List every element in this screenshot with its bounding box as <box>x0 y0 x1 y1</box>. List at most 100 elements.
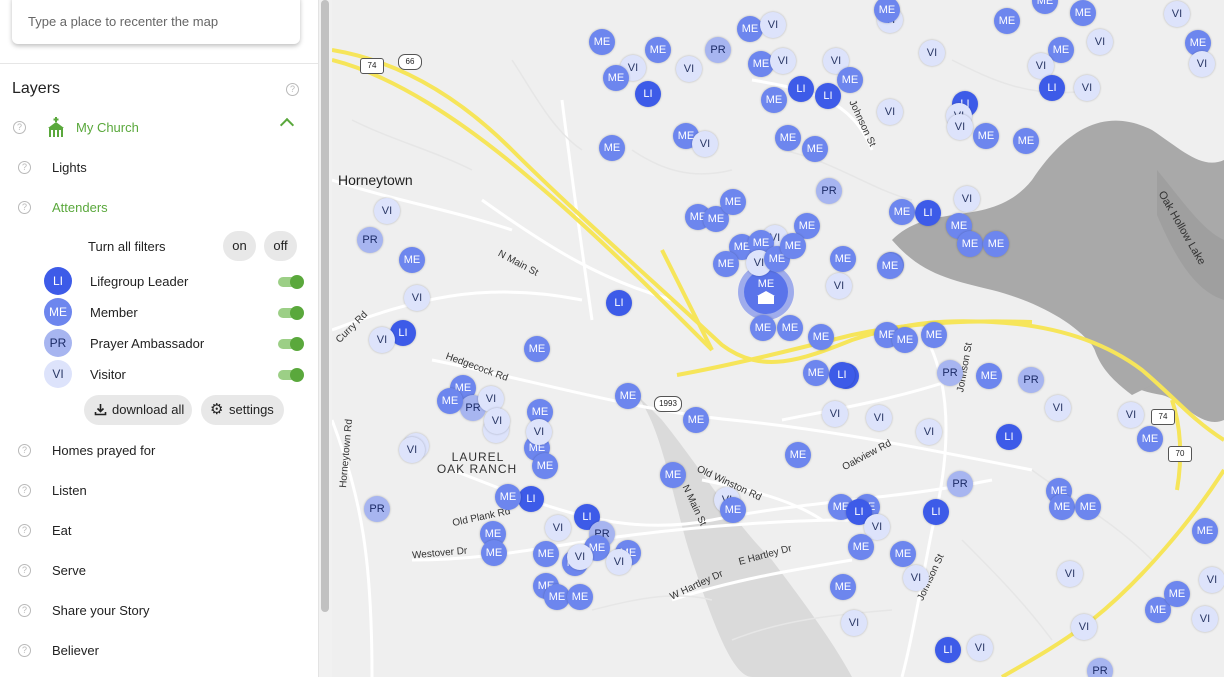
marker-visitor[interactable]: VI <box>545 515 571 541</box>
marker-member[interactable]: ME <box>737 16 763 42</box>
marker-visitor[interactable]: VI <box>866 405 892 431</box>
layer-serve[interactable]: Serve <box>52 563 86 578</box>
marker-member[interactable]: ME <box>720 497 746 523</box>
marker-member[interactable]: ME <box>973 123 999 149</box>
help-icon[interactable]: ? <box>13 121 26 134</box>
layer-lights[interactable]: Lights <box>52 160 87 175</box>
marker-member[interactable]: ME <box>615 383 641 409</box>
marker-visitor[interactable]: VI <box>916 419 942 445</box>
map-search-box[interactable] <box>12 0 300 44</box>
marker-lifegroup-leader[interactable]: LI <box>996 424 1022 450</box>
marker-visitor[interactable]: VI <box>877 99 903 125</box>
marker-member[interactable]: ME <box>976 363 1002 389</box>
map-canvas[interactable]: Horneytown LAUREL OAK RANCH N Main St He… <box>332 0 1224 677</box>
marker-lifegroup-leader[interactable]: LI <box>635 81 661 107</box>
marker-visitor[interactable]: VI <box>1118 402 1144 428</box>
marker-member[interactable]: ME <box>1192 518 1218 544</box>
layer-eat[interactable]: Eat <box>52 523 72 538</box>
marker-prayer-ambassador[interactable]: PR <box>364 496 390 522</box>
marker-member[interactable]: ME <box>1137 426 1163 452</box>
marker-member[interactable]: ME <box>775 125 801 151</box>
marker-visitor[interactable]: VI <box>1192 606 1218 632</box>
marker-member[interactable]: ME <box>777 315 803 341</box>
marker-lifegroup-leader[interactable]: LI <box>915 200 941 226</box>
marker-visitor[interactable]: VI <box>1087 29 1113 55</box>
marker-member[interactable]: ME <box>532 453 558 479</box>
marker-member[interactable]: ME <box>683 407 709 433</box>
filters-off-button[interactable]: off <box>264 231 297 261</box>
marker-member[interactable]: ME <box>713 251 739 277</box>
marker-prayer-ambassador[interactable]: PR <box>816 178 842 204</box>
marker-prayer-ambassador[interactable]: PR <box>937 360 963 386</box>
help-icon[interactable]: ? <box>18 161 31 174</box>
marker-visitor[interactable]: VI <box>369 327 395 353</box>
marker-member[interactable]: ME <box>957 231 983 257</box>
marker-member[interactable]: ME <box>1164 581 1190 607</box>
marker-visitor[interactable]: VI <box>1074 75 1100 101</box>
marker-member[interactable]: ME <box>567 584 593 610</box>
marker-member[interactable]: ME <box>889 199 915 225</box>
marker-visitor[interactable]: VI <box>374 198 400 224</box>
layer-believer[interactable]: Believer <box>52 643 99 658</box>
marker-lifegroup-leader[interactable]: LI <box>1039 75 1065 101</box>
marker-visitor[interactable]: VI <box>676 56 702 82</box>
marker-visitor[interactable]: VI <box>954 186 980 212</box>
help-icon[interactable]: ? <box>18 644 31 657</box>
help-icon[interactable]: ? <box>286 83 299 96</box>
marker-member[interactable]: ME <box>994 8 1020 34</box>
marker-lifegroup-leader[interactable]: LI <box>829 362 855 388</box>
marker-member[interactable]: ME <box>1075 494 1101 520</box>
toggle-member[interactable] <box>278 306 304 320</box>
marker-member[interactable]: ME <box>921 322 947 348</box>
marker-member[interactable]: ME <box>481 540 507 566</box>
marker-lifegroup-leader[interactable]: LI <box>606 290 632 316</box>
marker-visitor[interactable]: VI <box>484 408 510 434</box>
marker-member[interactable]: ME <box>399 247 425 273</box>
marker-member[interactable]: ME <box>1013 128 1039 154</box>
marker-member[interactable]: ME <box>524 336 550 362</box>
help-icon[interactable]: ? <box>18 484 31 497</box>
marker-visitor[interactable]: VI <box>692 131 718 157</box>
marker-member[interactable]: ME <box>848 534 874 560</box>
marker-visitor[interactable]: VI <box>770 48 796 74</box>
marker-member[interactable]: ME <box>1070 0 1096 26</box>
panel-scrollbar-thumb[interactable] <box>321 0 329 612</box>
marker-member[interactable]: ME <box>830 246 856 272</box>
marker-visitor[interactable]: VI <box>1164 1 1190 27</box>
marker-visitor[interactable]: VI <box>1071 614 1097 640</box>
marker-visitor[interactable]: VI <box>526 419 552 445</box>
marker-lifegroup-leader[interactable]: LI <box>518 486 544 512</box>
marker-visitor[interactable]: VI <box>404 285 430 311</box>
marker-member[interactable]: ME <box>780 233 806 259</box>
marker-prayer-ambassador[interactable]: PR <box>1087 658 1113 677</box>
filters-on-button[interactable]: on <box>223 231 256 261</box>
help-icon[interactable]: ? <box>18 524 31 537</box>
marker-visitor[interactable]: VI <box>947 114 973 140</box>
marker-member[interactable]: ME <box>803 360 829 386</box>
marker-visitor[interactable]: VI <box>399 437 425 463</box>
marker-visitor[interactable]: VI <box>826 273 852 299</box>
marker-visitor[interactable]: VI <box>903 565 929 591</box>
marker-prayer-ambassador[interactable]: PR <box>357 227 383 253</box>
help-icon[interactable]: ? <box>18 201 31 214</box>
layer-attenders[interactable]: Attenders <box>52 200 108 215</box>
marker-visitor[interactable]: VI <box>822 401 848 427</box>
toggle-lifegroup-leader[interactable] <box>278 275 304 289</box>
church-marker[interactable]: ME <box>744 270 788 314</box>
marker-member[interactable]: ME <box>1049 494 1075 520</box>
marker-member[interactable]: ME <box>983 231 1009 257</box>
marker-member[interactable]: ME <box>785 442 811 468</box>
marker-member[interactable]: ME <box>802 136 828 162</box>
marker-visitor[interactable]: VI <box>1199 567 1224 593</box>
marker-member[interactable]: ME <box>589 29 615 55</box>
marker-visitor[interactable]: VI <box>1189 51 1215 77</box>
layer-homes-prayed-for[interactable]: Homes prayed for <box>52 443 155 458</box>
toggle-prayer-ambassador[interactable] <box>278 337 304 351</box>
marker-member[interactable]: ME <box>877 253 903 279</box>
marker-member[interactable]: ME <box>495 484 521 510</box>
marker-visitor[interactable]: VI <box>1057 561 1083 587</box>
marker-member[interactable]: ME <box>645 37 671 63</box>
marker-member[interactable]: ME <box>437 388 463 414</box>
settings-button[interactable]: ⚙ settings <box>201 395 284 425</box>
download-all-button[interactable]: download all <box>84 395 192 425</box>
